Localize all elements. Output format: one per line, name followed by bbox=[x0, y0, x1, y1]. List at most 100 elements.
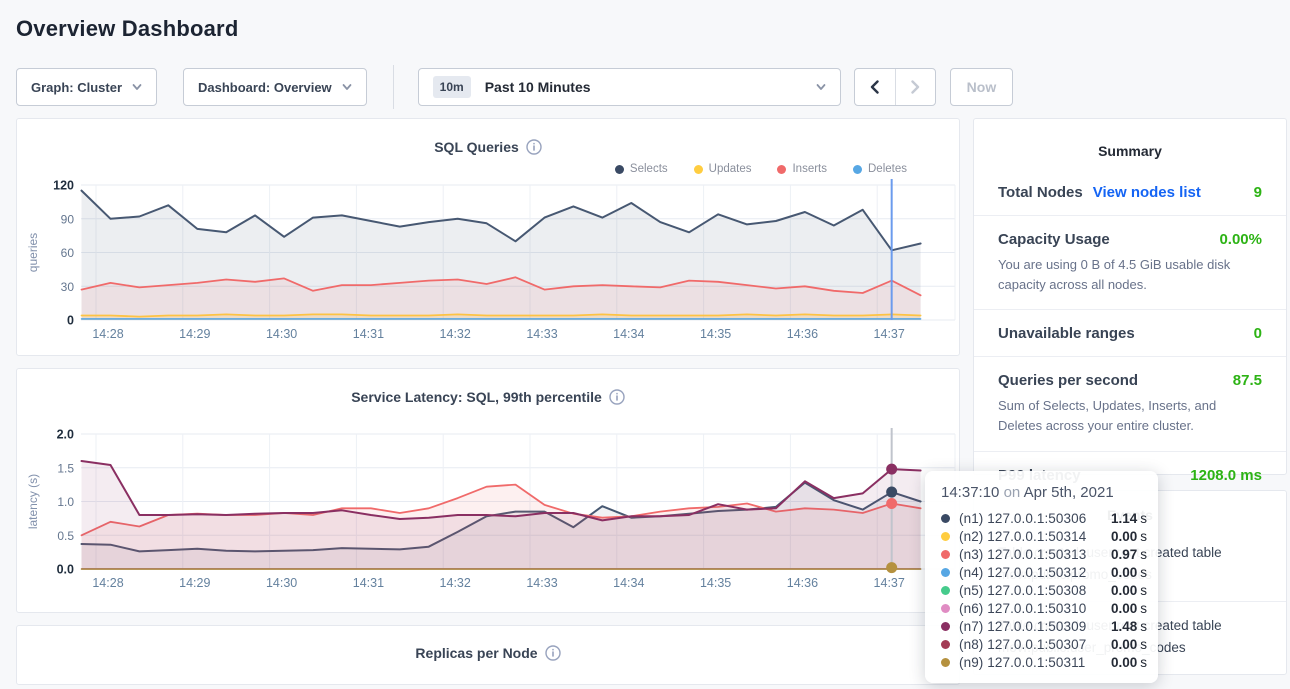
node-latency-value: 0.97 bbox=[1111, 547, 1137, 562]
sql-queries-panel: SQL Queries Selects Updates Inserts Deletes… bbox=[16, 118, 960, 356]
node-latency-value: 0.00 bbox=[1111, 565, 1137, 580]
time-step-buttons bbox=[854, 68, 936, 106]
node-latency-value: 0.00 bbox=[1111, 637, 1137, 652]
tooltip-timestamp: 14:37:10 on Apr 5th, 2021 bbox=[941, 484, 1142, 501]
svg-text:1.0: 1.0 bbox=[57, 495, 74, 509]
chevron-down-icon bbox=[342, 82, 352, 92]
toolbar-divider bbox=[393, 65, 394, 109]
summary-row: Total NodesView nodes list9 bbox=[974, 169, 1286, 215]
now-button[interactable]: Now bbox=[950, 68, 1014, 106]
svg-text:14:31: 14:31 bbox=[353, 327, 384, 341]
summary-row-value: 0 bbox=[1254, 325, 1262, 342]
legend-dot bbox=[777, 165, 786, 174]
legend-item-deletes[interactable]: Deletes bbox=[853, 163, 907, 175]
node-color-dot bbox=[941, 658, 950, 667]
tooltip-node-row: (n1) 127.0.0.1:503061.14s bbox=[941, 509, 1142, 527]
node-latency-value: 1.14 bbox=[1111, 511, 1137, 526]
dashboard-dropdown[interactable]: Dashboard: Overview bbox=[183, 68, 367, 106]
legend-item-inserts[interactable]: Inserts bbox=[777, 163, 827, 175]
summary-row-description: You are using 0 B of 4.5 GiB usable disk… bbox=[998, 255, 1262, 295]
summary-row-value: 9 bbox=[1254, 184, 1262, 201]
svg-text:14:33: 14:33 bbox=[526, 576, 557, 590]
info-icon[interactable] bbox=[526, 139, 542, 155]
info-icon[interactable] bbox=[609, 389, 625, 405]
node-color-dot bbox=[941, 604, 950, 613]
svg-text:30: 30 bbox=[61, 280, 75, 294]
node-address: (n8) 127.0.0.1:50307 bbox=[959, 637, 1111, 652]
node-color-dot bbox=[941, 640, 950, 649]
node-latency-unit: s bbox=[1140, 583, 1147, 598]
time-range-badge: 10m bbox=[433, 76, 471, 98]
svg-text:14:28: 14:28 bbox=[92, 327, 123, 341]
graph-dropdown[interactable]: Graph: Cluster bbox=[16, 68, 157, 106]
tooltip-node-row: (n5) 127.0.0.1:503080.00s bbox=[941, 581, 1142, 599]
svg-text:14:32: 14:32 bbox=[440, 576, 471, 590]
svg-text:14:31: 14:31 bbox=[353, 576, 384, 590]
svg-text:14:30: 14:30 bbox=[266, 576, 297, 590]
summary-panel: Summary Total NodesView nodes list9Capac… bbox=[973, 118, 1287, 475]
node-color-dot bbox=[941, 514, 950, 523]
tooltip-node-row: (n9) 127.0.0.1:503110.00s bbox=[941, 653, 1142, 671]
node-address: (n9) 127.0.0.1:50311 bbox=[959, 655, 1111, 670]
summary-row-label: Unavailable ranges bbox=[998, 325, 1135, 342]
node-color-dot bbox=[941, 586, 950, 595]
legend-dot bbox=[615, 165, 624, 174]
svg-text:14:28: 14:28 bbox=[92, 576, 123, 590]
legend-item-updates[interactable]: Updates bbox=[694, 163, 752, 175]
node-latency-value: 0.00 bbox=[1111, 529, 1137, 544]
sql-queries-title: SQL Queries bbox=[434, 139, 519, 155]
node-address: (n7) 127.0.0.1:50309 bbox=[959, 619, 1111, 634]
summary-row-label: Capacity Usage bbox=[998, 231, 1110, 248]
summary-row: Capacity Usage0.00%You are using 0 B of … bbox=[974, 215, 1286, 309]
node-latency-value: 0.00 bbox=[1111, 655, 1137, 670]
chevron-left-icon bbox=[869, 80, 881, 94]
svg-text:120: 120 bbox=[53, 179, 74, 193]
service-latency-panel: Service Latency: SQL, 99th percentile 0.… bbox=[16, 368, 960, 613]
summary-row-value: 1208.0 ms bbox=[1190, 467, 1262, 484]
legend-item-selects[interactable]: Selects bbox=[615, 163, 668, 175]
chevron-down-icon bbox=[816, 82, 826, 92]
summary-row: Queries per second87.5Sum of Selects, Up… bbox=[974, 356, 1286, 450]
node-latency-unit: s bbox=[1140, 601, 1147, 616]
legend-label: Updates bbox=[709, 163, 752, 175]
node-color-dot bbox=[941, 568, 950, 577]
view-nodes-list-link[interactable]: View nodes list bbox=[1093, 184, 1201, 201]
summary-row-value: 87.5 bbox=[1233, 372, 1262, 389]
svg-text:14:37: 14:37 bbox=[874, 576, 905, 590]
tooltip-node-row: (n6) 127.0.0.1:503100.00s bbox=[941, 599, 1142, 617]
node-latency-unit: s bbox=[1140, 637, 1147, 652]
svg-text:14:32: 14:32 bbox=[440, 327, 471, 341]
node-latency-unit: s bbox=[1140, 547, 1147, 562]
node-address: (n3) 127.0.0.1:50313 bbox=[959, 547, 1111, 562]
tooltip-node-row: (n3) 127.0.0.1:503130.97s bbox=[941, 545, 1142, 563]
svg-text:14:29: 14:29 bbox=[179, 576, 210, 590]
tooltip-node-row: (n7) 127.0.0.1:503091.48s bbox=[941, 617, 1142, 635]
info-icon[interactable] bbox=[545, 645, 561, 661]
sql-queries-chart[interactable]: 030609012014:2814:2914:3014:3114:3214:33… bbox=[17, 164, 959, 348]
time-forward-button[interactable] bbox=[895, 69, 935, 105]
summary-row-description: Sum of Selects, Updates, Inserts, and De… bbox=[998, 396, 1262, 436]
svg-text:14:36: 14:36 bbox=[787, 327, 818, 341]
summary-row: Unavailable ranges 0 bbox=[974, 309, 1286, 356]
svg-text:14:34: 14:34 bbox=[613, 327, 644, 341]
charts-column: SQL Queries Selects Updates Inserts Deletes… bbox=[16, 118, 960, 685]
tooltip-node-row: (n8) 127.0.0.1:503070.00s bbox=[941, 635, 1142, 653]
tooltip-node-row: (n4) 127.0.0.1:503120.00s bbox=[941, 563, 1142, 581]
page-title: Overview Dashboard bbox=[0, 0, 1290, 42]
node-latency-unit: s bbox=[1140, 655, 1147, 670]
node-latency-value: 0.00 bbox=[1111, 601, 1137, 616]
legend-dot bbox=[694, 165, 703, 174]
svg-text:0: 0 bbox=[67, 314, 74, 328]
toolbar: Graph: Cluster Dashboard: Overview 10m P… bbox=[16, 68, 1274, 106]
node-color-dot bbox=[941, 532, 950, 541]
svg-text:14:37: 14:37 bbox=[874, 327, 905, 341]
service-latency-chart[interactable]: 0.00.51.01.52.014:2814:2914:3014:3114:32… bbox=[17, 413, 959, 597]
node-address: (n2) 127.0.0.1:50314 bbox=[959, 529, 1111, 544]
svg-text:1.5: 1.5 bbox=[57, 461, 74, 475]
time-back-button[interactable] bbox=[855, 69, 895, 105]
svg-text:14:33: 14:33 bbox=[526, 327, 557, 341]
time-range-dropdown[interactable]: 10m Past 10 Minutes bbox=[418, 68, 841, 106]
svg-text:0.5: 0.5 bbox=[57, 529, 74, 543]
chart-hover-tooltip: 14:37:10 on Apr 5th, 2021 (n1) 127.0.0.1… bbox=[925, 471, 1158, 683]
svg-text:14:35: 14:35 bbox=[700, 327, 731, 341]
